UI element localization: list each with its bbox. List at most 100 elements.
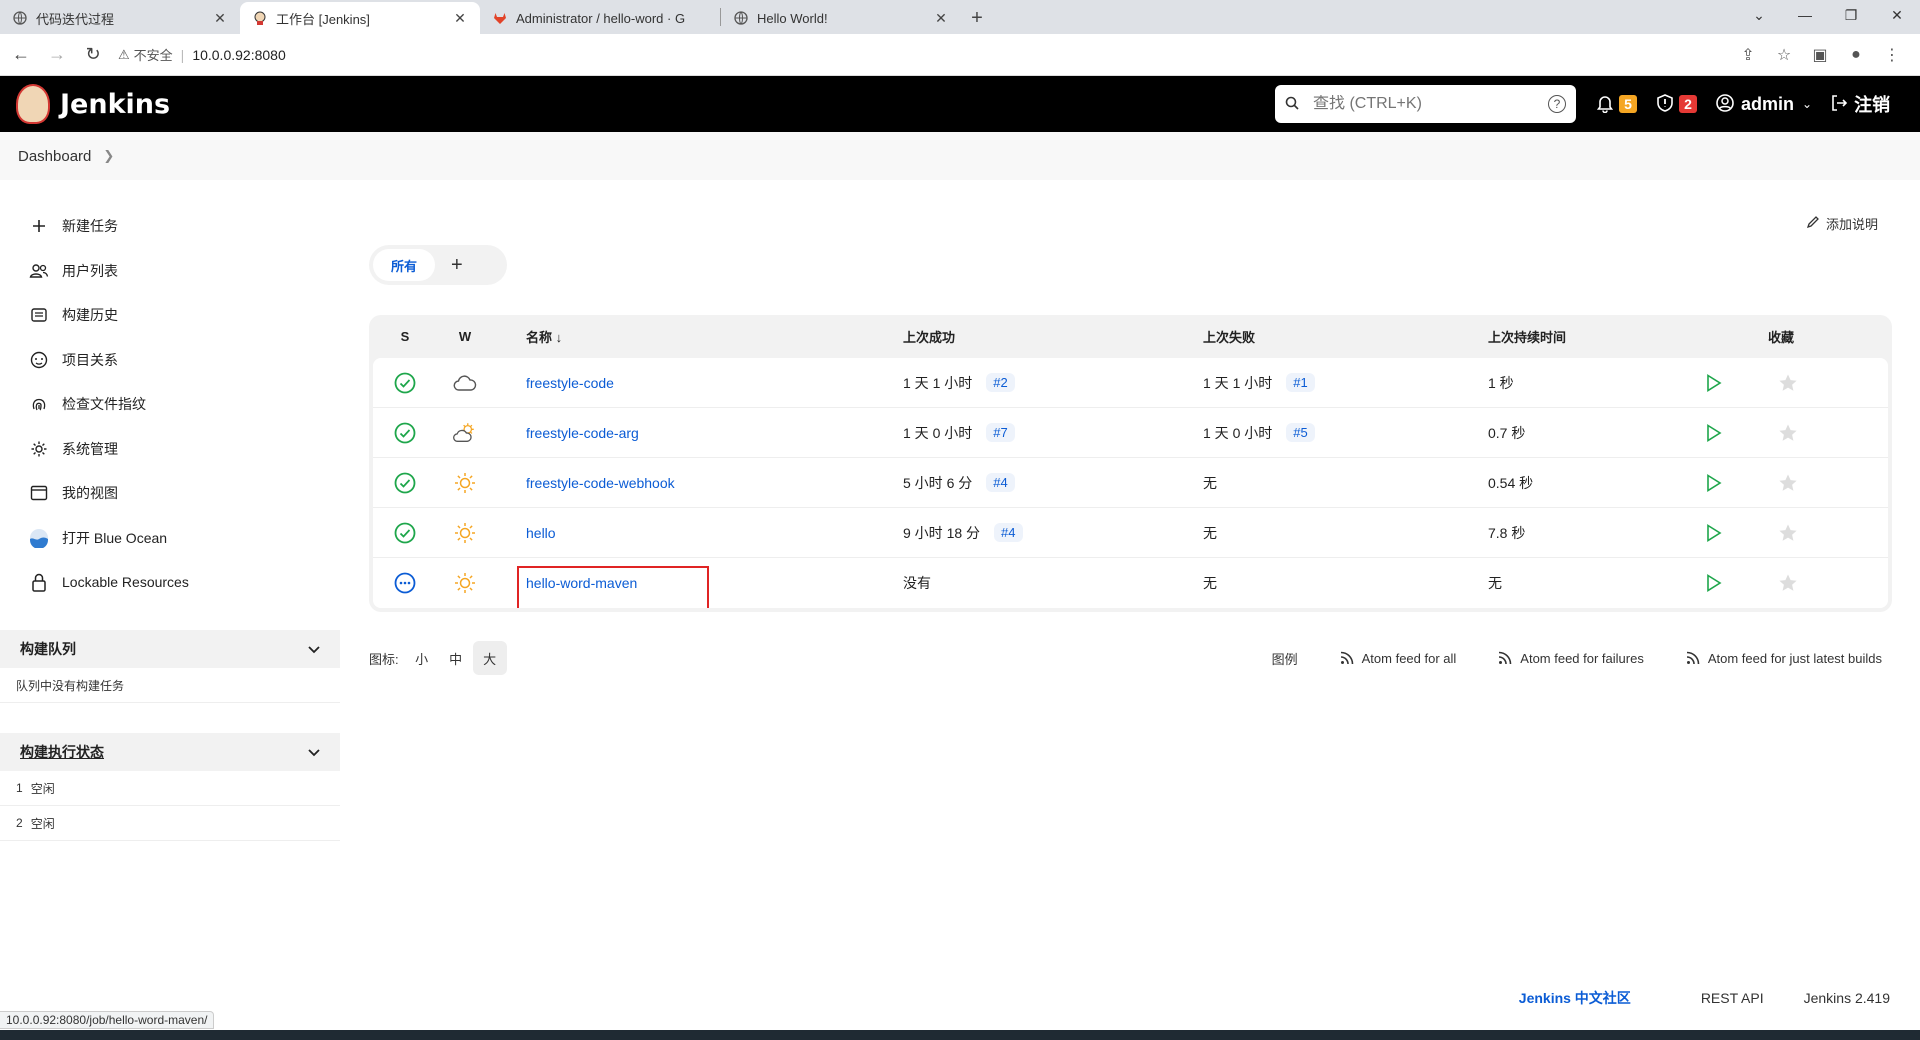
bookmark-star-icon[interactable]: ☆ xyxy=(1766,45,1802,65)
column-name[interactable]: 名称 ↓ xyxy=(526,327,562,346)
legend-link[interactable]: 图例 xyxy=(1272,649,1298,668)
browser-tab[interactable]: Administrator / hello-word · G xyxy=(480,2,720,34)
task-project-relations[interactable]: 项目关系 xyxy=(0,338,340,383)
icon-size-medium[interactable]: 中 xyxy=(439,641,473,675)
close-icon[interactable]: ✕ xyxy=(933,10,949,27)
executor-status-header[interactable]: 构建执行状态 xyxy=(0,733,340,771)
last-duration: 无 xyxy=(1488,575,1502,591)
chevron-down-icon[interactable] xyxy=(308,744,320,760)
task-my-views[interactable]: 我的视图 xyxy=(0,471,340,516)
task-manage-jenkins[interactable]: 系统管理 xyxy=(0,427,340,472)
favorite-star-icon[interactable] xyxy=(1778,373,1798,393)
feed-all-link[interactable]: Atom feed for all xyxy=(1340,651,1456,666)
icon-size-small[interactable]: 小 xyxy=(405,641,439,675)
column-status[interactable]: S xyxy=(393,329,417,344)
jenkins-logo[interactable]: Jenkins xyxy=(16,84,170,124)
forward-arrow-icon[interactable]: → xyxy=(42,40,72,70)
task-new-item[interactable]: 新建任务 xyxy=(0,204,340,249)
build-queue-pane: 构建队列 队列中没有构建任务 xyxy=(0,630,340,703)
tab-all[interactable]: 所有 xyxy=(373,249,436,281)
breadcrumb-dashboard[interactable]: Dashboard xyxy=(18,148,91,165)
build-number-link[interactable]: #4 xyxy=(994,523,1023,542)
job-link[interactable]: freestyle-code-arg xyxy=(526,425,639,441)
table-footer: 图标: 小 中 大 图例 Atom feed for all Atom feed… xyxy=(369,640,1892,676)
column-last-failure[interactable]: 上次失败 xyxy=(1203,327,1255,346)
profile-avatar-icon[interactable]: ● xyxy=(1838,46,1874,64)
job-link[interactable]: hello-word-maven xyxy=(526,575,637,591)
cloudy-icon[interactable] xyxy=(453,374,477,392)
restore-icon[interactable]: ❐ xyxy=(1828,0,1874,30)
feed-latest-link[interactable]: Atom feed for just latest builds xyxy=(1686,651,1882,666)
user-menu-button[interactable]: admin ⌄ xyxy=(1715,93,1812,116)
tab-search-icon[interactable]: ⌄ xyxy=(1736,0,1782,30)
close-window-icon[interactable]: ✕ xyxy=(1874,0,1920,30)
notifications-button[interactable]: 5 xyxy=(1595,93,1637,116)
favorite-star-icon[interactable] xyxy=(1778,473,1798,493)
browser-tab[interactable]: Hello World! ✕ xyxy=(721,2,961,34)
favorite-star-icon[interactable] xyxy=(1778,523,1798,543)
add-description-link[interactable]: 添加说明 xyxy=(1806,214,1878,233)
rest-api-link[interactable]: REST API xyxy=(1701,990,1764,1006)
task-lockable-resources[interactable]: Lockable Resources xyxy=(0,560,340,605)
column-last-success[interactable]: 上次成功 xyxy=(903,327,955,346)
back-arrow-icon[interactable]: ← xyxy=(6,40,36,70)
favorite-star-icon[interactable] xyxy=(1778,423,1798,443)
search-input[interactable] xyxy=(1313,95,1548,113)
version-link[interactable]: Jenkins 2.419 xyxy=(1804,990,1890,1006)
job-link[interactable]: hello xyxy=(526,525,556,541)
menu-kebab-icon[interactable]: ⋮ xyxy=(1874,45,1910,65)
security-button[interactable]: 2 xyxy=(1655,93,1697,116)
help-icon[interactable]: ? xyxy=(1548,95,1566,113)
build-number-link[interactable]: #1 xyxy=(1286,373,1315,392)
build-queue-header[interactable]: 构建队列 xyxy=(0,630,340,668)
browser-tab[interactable]: 代码迭代过程 ✕ xyxy=(0,2,240,34)
chevron-down-icon[interactable] xyxy=(308,641,320,657)
build-number-link[interactable]: #2 xyxy=(986,373,1015,392)
favorite-star-icon[interactable] xyxy=(1778,573,1798,593)
not-built-icon[interactable] xyxy=(393,572,417,594)
browser-tab-active[interactable]: 工作台 [Jenkins] ✕ xyxy=(240,2,480,34)
build-number-link[interactable]: #4 xyxy=(986,473,1015,492)
run-play-icon[interactable] xyxy=(1706,423,1722,442)
url-field[interactable]: ⚠ 不安全 | 10.0.0.92:8080 xyxy=(118,39,1730,71)
run-play-icon[interactable] xyxy=(1706,373,1722,392)
reload-icon[interactable]: ↻ xyxy=(78,40,108,70)
task-blue-ocean[interactable]: 打开 Blue Ocean xyxy=(0,516,340,561)
new-tab-button[interactable]: + xyxy=(961,2,993,34)
task-people[interactable]: 用户列表 xyxy=(0,249,340,294)
job-link[interactable]: freestyle-code-webhook xyxy=(526,475,675,491)
sidebar-icon[interactable]: ▣ xyxy=(1802,45,1838,65)
success-check-icon[interactable] xyxy=(393,372,417,394)
column-favorite[interactable]: 收藏 xyxy=(1768,327,1794,346)
close-icon[interactable]: ✕ xyxy=(452,10,468,27)
feed-failures-link[interactable]: Atom feed for failures xyxy=(1498,651,1644,666)
minimize-icon[interactable]: — xyxy=(1782,0,1828,30)
share-icon[interactable]: ⇪ xyxy=(1730,45,1766,65)
username: admin xyxy=(1741,93,1795,114)
build-number-link[interactable]: #7 xyxy=(986,423,1015,442)
run-play-icon[interactable] xyxy=(1706,574,1722,592)
column-weather[interactable]: W xyxy=(453,329,477,344)
sunny-icon[interactable] xyxy=(453,572,477,594)
job-link[interactable]: freestyle-code xyxy=(526,375,614,391)
chevron-right-icon[interactable]: ❯ xyxy=(103,148,114,164)
success-check-icon[interactable] xyxy=(393,522,417,544)
last-failure-cell: 1 天 1 小时 #1 xyxy=(1203,373,1315,393)
sunny-icon[interactable] xyxy=(453,522,477,544)
task-fingerprint[interactable]: 检查文件指纹 xyxy=(0,382,340,427)
icon-size-large[interactable]: 大 xyxy=(472,641,507,675)
logout-button[interactable]: 注销 xyxy=(1830,91,1890,117)
partly-sunny-icon[interactable] xyxy=(453,422,477,444)
close-icon[interactable]: ✕ xyxy=(212,10,228,27)
task-build-history[interactable]: 构建历史 xyxy=(0,293,340,338)
success-check-icon[interactable] xyxy=(393,472,417,494)
success-check-icon[interactable] xyxy=(393,422,417,444)
run-play-icon[interactable] xyxy=(1706,523,1722,542)
build-number-link[interactable]: #5 xyxy=(1286,423,1315,442)
pane-title[interactable]: 构建执行状态 xyxy=(20,742,104,762)
add-view-icon[interactable]: + xyxy=(451,254,463,277)
sunny-icon[interactable] xyxy=(453,472,477,494)
run-play-icon[interactable] xyxy=(1706,473,1722,492)
community-link[interactable]: Jenkins 中文社区 xyxy=(1519,988,1631,1008)
column-last-duration[interactable]: 上次持续时间 xyxy=(1488,327,1566,346)
